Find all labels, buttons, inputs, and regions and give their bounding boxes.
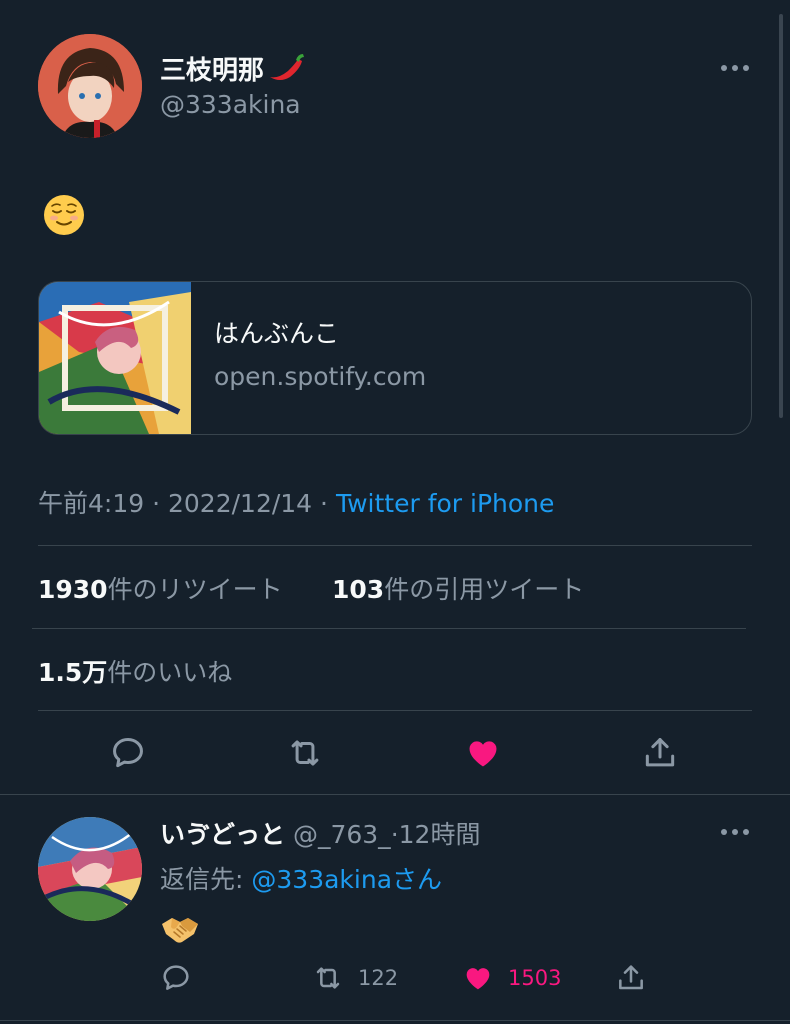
author-name-text: 三枝明那	[160, 56, 265, 86]
card-title: はんぶんこ	[214, 319, 340, 348]
retweets-label: 件のリツイート	[107, 575, 283, 604]
retweet-button[interactable]	[283, 731, 327, 775]
share-icon	[645, 738, 675, 767]
meta-separator: ·	[390, 820, 399, 849]
reply-to-prefix: 返信先:	[160, 865, 244, 894]
reply-like-button[interactable]: 1503	[462, 958, 561, 998]
author-handle[interactable]: @333akina	[160, 90, 301, 119]
reply-to-handle[interactable]: @333akina	[251, 865, 392, 894]
meta-separator: ·	[152, 489, 161, 518]
reply-share-button[interactable]	[615, 958, 647, 998]
like-button[interactable]	[461, 731, 505, 775]
share-button[interactable]	[638, 731, 682, 775]
card-domain: open.spotify.com	[214, 362, 427, 391]
reply-author-handle[interactable]: @_763_	[293, 820, 391, 849]
share-icon	[619, 965, 643, 990]
divider	[0, 1020, 790, 1021]
card-thumbnail	[39, 282, 191, 434]
meta-separator: ·	[320, 489, 328, 518]
divider	[38, 710, 752, 711]
tweet-date[interactable]: 2022/12/14	[168, 489, 312, 518]
retweet-stat[interactable]: 1930件のリツイート	[38, 570, 283, 606]
heart-icon	[469, 741, 497, 767]
reply-header: いゔどっと @_763_·12時間	[160, 815, 480, 851]
quote-stat[interactable]: 103件の引用ツイート	[332, 570, 584, 606]
reply-like-count: 1503	[508, 966, 562, 990]
retweet-icon	[291, 740, 319, 766]
reply-button[interactable]	[106, 731, 150, 775]
retweet-icon	[316, 967, 340, 989]
reply-icon	[163, 965, 189, 990]
retweets-count: 1930	[38, 575, 108, 604]
reply-icon	[113, 738, 143, 768]
tweet-time[interactable]: 午前4:19	[38, 489, 144, 518]
handshake-icon	[160, 910, 200, 946]
chili-pepper-icon	[266, 51, 306, 83]
reply-retweet-button[interactable]: 122	[312, 958, 398, 998]
reply-age[interactable]: 12時間	[399, 820, 481, 849]
quotes-count: 103	[332, 575, 385, 604]
like-stat[interactable]: 1.5万件のいいね	[38, 653, 232, 689]
author-name[interactable]: 三枝明那	[160, 50, 306, 87]
reply-author-avatar[interactable]	[38, 817, 142, 921]
divider	[0, 794, 790, 795]
heart-icon	[466, 968, 490, 990]
tweet-meta: 午前4:19 · 2022/12/14 · Twitter for iPhone	[38, 484, 554, 520]
author-avatar[interactable]	[38, 34, 142, 138]
relieved-face-icon	[42, 193, 86, 237]
link-card[interactable]: はんぶんこ open.spotify.com	[38, 281, 752, 435]
more-icon[interactable]	[718, 58, 752, 78]
likes-label: 件のいいね	[107, 658, 233, 687]
reply-reply-button[interactable]	[160, 958, 192, 998]
likes-count: 1.5万	[38, 658, 108, 687]
reply-to-suffix: さん	[392, 865, 443, 894]
tweet-source[interactable]: Twitter for iPhone	[336, 489, 554, 518]
reply-retweet-count: 122	[358, 966, 399, 990]
reply-author-name[interactable]: いゔどっと	[160, 820, 285, 849]
divider	[32, 628, 746, 629]
divider	[38, 545, 752, 546]
scrollbar[interactable]	[779, 14, 783, 418]
reply-to-line: 返信先: @333akinaさん	[160, 860, 442, 896]
more-icon[interactable]	[718, 822, 752, 842]
quotes-label: 件の引用ツイート	[384, 575, 585, 604]
